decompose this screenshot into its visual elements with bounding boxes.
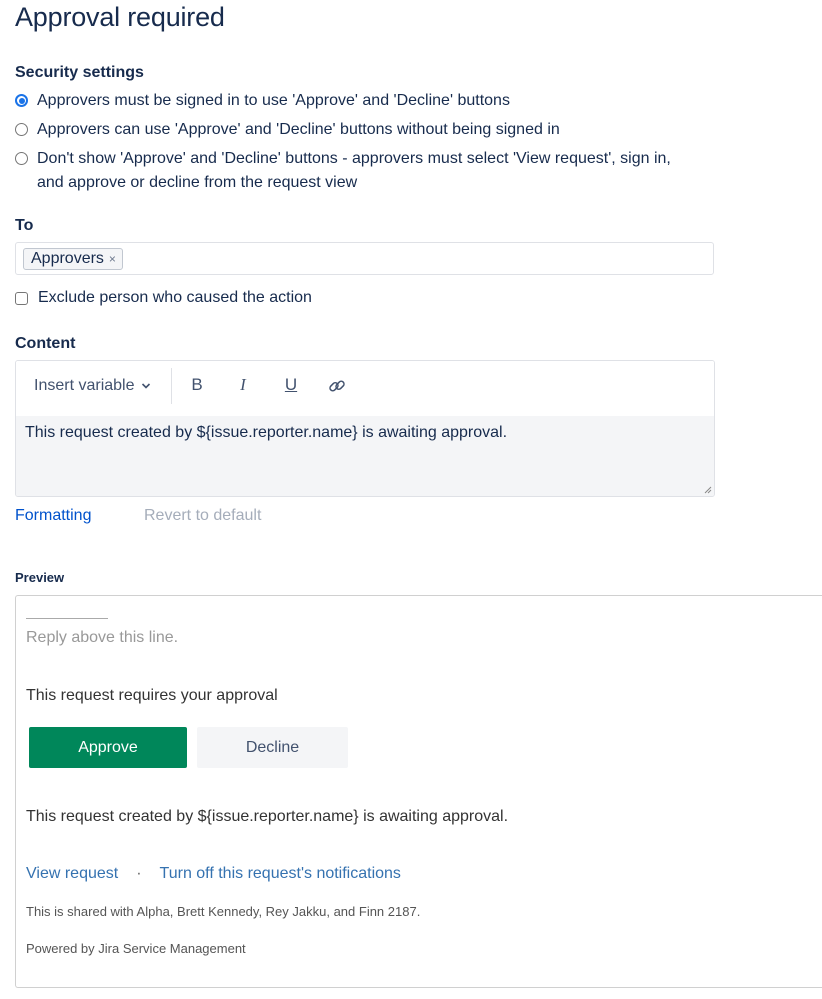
editor-toolbar: Insert variable B I U [16, 361, 714, 416]
content-label: Content [15, 335, 76, 352]
decline-button[interactable]: Decline [197, 727, 348, 768]
underline-button[interactable]: U [280, 375, 302, 395]
turn-off-notifications-link[interactable]: Turn off this request's notifications [160, 865, 401, 883]
requires-approval-text: This request requires your approval [26, 687, 278, 704]
security-settings-label: Security settings [15, 64, 144, 81]
label-line-2: and approve or decline from the request … [37, 174, 358, 191]
formatting-link[interactable]: Formatting [15, 507, 91, 525]
powered-by-text: Powered by Jira Service Management [26, 941, 246, 956]
chip-label: Approvers [31, 250, 104, 267]
security-option-label: Don't show 'Approve' and 'Decline' butto… [37, 147, 671, 195]
exclude-person-label: Exclude person who caused the action [38, 289, 312, 306]
italic-button[interactable]: I [232, 375, 254, 395]
security-option-no-sign-in[interactable]: Approvers can use 'Approve' and 'Decline… [15, 118, 560, 142]
preview-body-text: This request created by ${issue.reporter… [26, 808, 509, 825]
preview-label: Preview [15, 570, 65, 585]
revert-to-default-link[interactable]: Revert to default [144, 507, 261, 525]
link-separator: · [136, 865, 142, 882]
shared-with-text: This is shared with Alpha, Brett Kennedy… [26, 904, 421, 919]
resize-handle-icon[interactable] [704, 486, 712, 494]
page-title: Approval required [15, 2, 225, 32]
recipient-chip-approvers: Approvers × [23, 248, 123, 270]
to-label: To [15, 217, 34, 234]
bold-button[interactable]: B [186, 375, 208, 395]
label-line-1: Don't show 'Approve' and 'Decline' butto… [37, 150, 671, 167]
preview-links: View request · Turn off this request's n… [26, 865, 401, 883]
security-option-label: Approvers must be signed in to use 'Appr… [37, 92, 510, 109]
security-option-hide-buttons[interactable]: Don't show 'Approve' and 'Decline' butto… [15, 147, 671, 195]
reply-divider-line [26, 618, 108, 619]
reply-above-line-text: Reply above this line. [26, 629, 179, 646]
exclude-person-checkbox[interactable] [15, 291, 28, 305]
link-button[interactable] [326, 376, 348, 401]
security-option-signed-in[interactable]: Approvers must be signed in to use 'Appr… [15, 89, 510, 113]
exclude-person-option[interactable]: Exclude person who caused the action [15, 289, 312, 307]
security-option-label: Approvers can use 'Approve' and 'Decline… [37, 121, 560, 138]
approve-button[interactable]: Approve [29, 727, 187, 768]
content-textarea[interactable]: This request created by ${issue.reporter… [16, 416, 714, 496]
insert-variable-dropdown[interactable]: Insert variable [34, 377, 151, 395]
link-icon [329, 380, 345, 392]
email-preview: Reply above this line. This request requ… [15, 595, 822, 988]
to-recipients-input[interactable]: Approvers × [15, 242, 714, 275]
radio-button[interactable] [15, 152, 28, 165]
radio-button-selected[interactable] [15, 94, 28, 107]
remove-chip-icon[interactable]: × [109, 252, 116, 266]
radio-button[interactable] [15, 123, 28, 136]
content-editor: Insert variable B I U This request creat… [15, 360, 715, 497]
toolbar-divider [171, 368, 172, 404]
view-request-link[interactable]: View request [26, 865, 118, 883]
insert-variable-label: Insert variable [34, 377, 135, 394]
chevron-down-icon [141, 383, 150, 389]
